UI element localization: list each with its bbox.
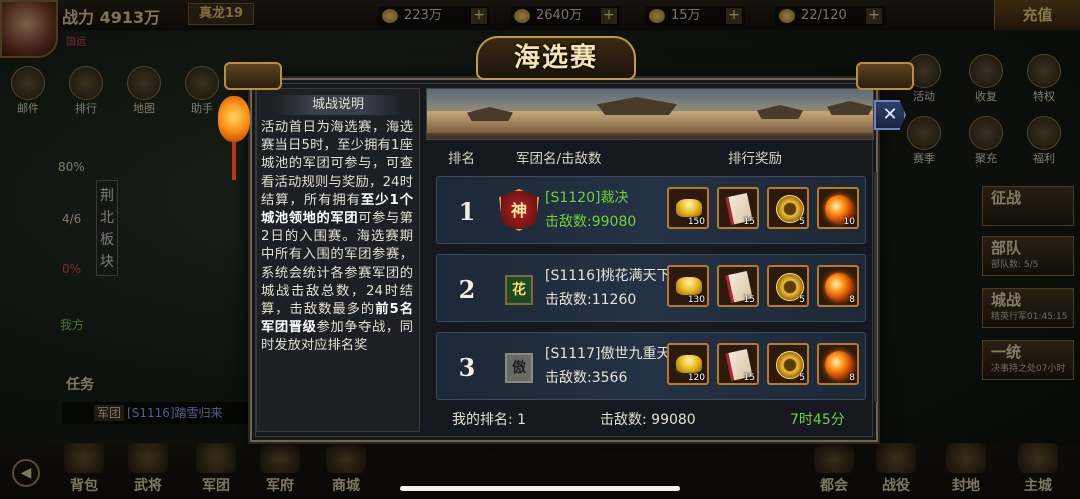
reward-list: 120 15 5 8	[667, 343, 863, 389]
fire-orb-icon[interactable]: 8	[817, 343, 859, 385]
header-reward: 排行奖励	[728, 151, 782, 167]
reward-list: 150 15 5 10	[667, 187, 863, 233]
guild-kills: 击敌数:3566	[545, 370, 628, 386]
guild-kills: 击敌数:99080	[545, 214, 637, 230]
my-rank-footer: 我的排名: 1 击敌数: 99080 7时45分	[426, 406, 874, 434]
gold-ingot-icon[interactable]: 130	[667, 265, 709, 307]
table-row[interactable]: 2 花 [S1116]桃花满天下 击敌数:11260 130 15 5 8	[436, 254, 866, 322]
remaining-time: 7时45分	[790, 412, 845, 428]
close-button[interactable]: ✕	[874, 100, 906, 130]
guild-emblem-icon: 傲	[505, 353, 533, 383]
coin-icon[interactable]: 5	[767, 343, 809, 385]
header-rank: 排名	[448, 151, 475, 167]
coin-icon[interactable]: 5	[767, 187, 809, 229]
home-indicator[interactable]	[400, 486, 680, 491]
guild-name: [S1120]裁决	[545, 190, 629, 206]
fire-orb-icon[interactable]: 10	[817, 187, 859, 229]
guild-name: [S1117]傲世九重天	[545, 346, 671, 362]
rules-panel[interactable]: 城战说明 活动首日为海选赛，海选赛当日5时，至少拥有1座城池的军团可参与，可查看…	[256, 88, 420, 432]
scrollbar[interactable]	[874, 172, 877, 402]
city-banner-image	[426, 88, 874, 140]
book-icon[interactable]: 15	[717, 187, 759, 229]
dialog-title: 海选赛	[476, 36, 636, 80]
table-header: 排名 军团名/击敌数 排行奖励	[426, 142, 874, 170]
my-rank: 我的排名: 1	[452, 412, 527, 428]
lantern-icon	[218, 96, 250, 142]
header-guild: 军团名/击敌数	[516, 151, 602, 167]
rank-number: 1	[458, 197, 476, 226]
guild-name: [S1116]桃花满天下	[545, 268, 671, 284]
reward-list: 130 15 5 8	[667, 265, 863, 311]
book-icon[interactable]: 15	[717, 343, 759, 385]
rank-number: 3	[458, 353, 476, 382]
game-screen: 战力 4913万 真龙19 223万 + 2640万 + 15万 + 22/120 + …	[0, 0, 1080, 499]
fire-orb-icon[interactable]: 8	[817, 265, 859, 307]
dialog-corner-right	[856, 62, 914, 90]
my-kills: 击敌数: 99080	[600, 412, 696, 428]
gold-ingot-icon[interactable]: 120	[667, 343, 709, 385]
gold-ingot-icon[interactable]: 150	[667, 187, 709, 229]
book-icon[interactable]: 15	[717, 265, 759, 307]
rules-title: 城战说明	[274, 95, 402, 115]
coin-icon[interactable]: 5	[767, 265, 809, 307]
guild-emblem-icon: 花	[505, 275, 533, 305]
table-row[interactable]: 1 神 [S1120]裁决 击敌数:99080 150 15 5 10	[436, 176, 866, 244]
rank-number: 2	[458, 275, 476, 304]
lantern-tassel	[232, 142, 236, 180]
rules-text: 活动首日为海选赛，海选赛当日5时，至少拥有1座城池的军团可参与，可查看活动规则与…	[261, 120, 414, 354]
sea-selection-dialog: 城战说明 活动首日为海选赛，海选赛当日5时，至少拥有1座城池的军团可参与，可查看…	[250, 78, 878, 442]
dialog-corner-left	[224, 62, 282, 90]
table-row[interactable]: 3 傲 [S1117]傲世九重天 击敌数:3566 120 15 5 8	[436, 332, 866, 400]
guild-kills: 击敌数:11260	[545, 292, 637, 308]
guild-emblem-icon: 神	[499, 189, 539, 231]
